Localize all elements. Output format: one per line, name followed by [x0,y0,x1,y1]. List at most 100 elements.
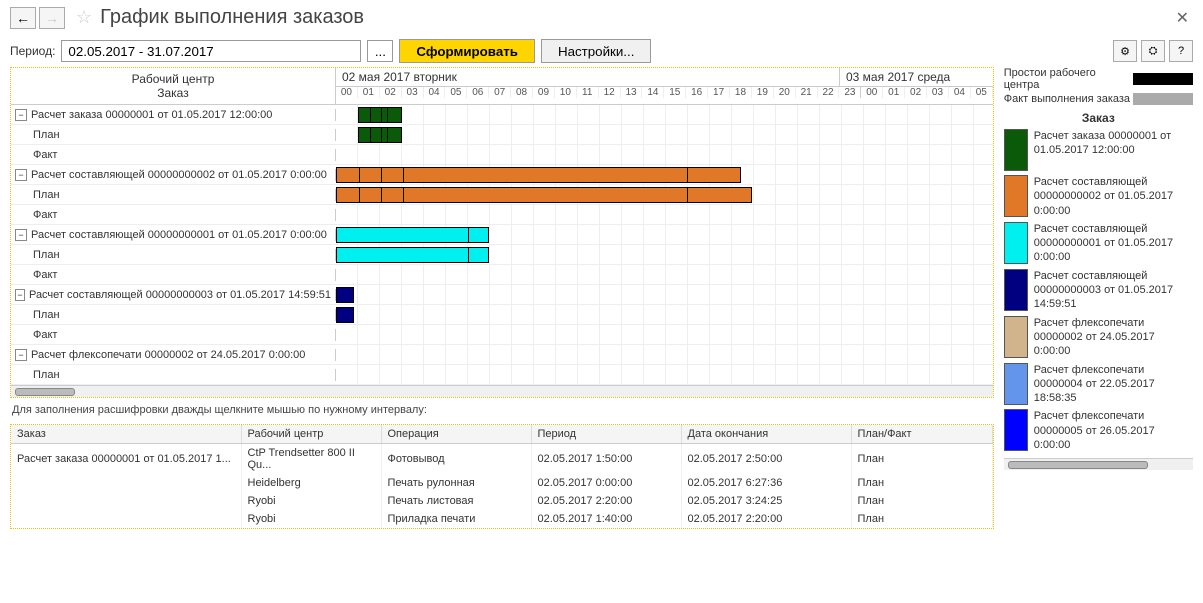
form-button[interactable]: Сформировать [399,39,535,63]
legend-item[interactable]: Расчет флексопечати 00000002 от 24.05.20… [1004,316,1193,359]
gantt-row-label: Факт [11,149,336,161]
period-picker-button[interactable]: ... [367,40,393,62]
gantt-bar[interactable] [336,227,489,243]
gantt-row-bars[interactable] [336,105,993,124]
gantt-bar[interactable] [358,127,402,143]
gantt-row-bars[interactable] [336,365,993,384]
gantt-row[interactable]: −Расчет составляющей 00000000003 от 01.0… [11,285,993,305]
gantt-row[interactable]: План [11,125,993,145]
detail-header[interactable]: Дата окончания [681,425,851,444]
legend-title: Заказ [1004,107,1193,129]
legend-hscrollbar[interactable] [1004,458,1193,470]
downtime-swatch [1133,73,1193,85]
gantt-row[interactable]: План [11,365,993,385]
tree-toggle[interactable]: − [15,169,27,181]
gantt-row-label: План [11,189,336,201]
gantt-row-bars[interactable] [336,145,993,164]
table-row[interactable]: Расчет заказа 00000001 от 01.05.2017 1..… [11,444,992,475]
gantt-row-bars[interactable] [336,285,993,304]
hour-cell: 13 [621,87,643,98]
detail-header[interactable]: Рабочий центр [241,425,381,444]
legend-item[interactable]: Расчет флексопечати 00000004 от 22.05.20… [1004,363,1193,406]
gantt-row-bars[interactable] [336,305,993,324]
gantt-row-label: План [11,369,336,381]
close-icon[interactable]: ✕ [1176,8,1189,28]
hour-cell: 02 [905,87,927,98]
hour-cell: 11 [577,87,599,98]
legend-text: Расчет флексопечати 00000002 от 24.05.20… [1034,316,1193,359]
detail-header[interactable]: Период [531,425,681,444]
table-row[interactable]: RyobiПриладка печати02.05.2017 1:40:0002… [11,510,992,528]
legend-item[interactable]: Расчет составляющей 00000000002 от 01.05… [1004,175,1193,218]
gantt-row-label: План [11,309,336,321]
gantt-row-bars[interactable] [336,245,993,264]
table-row[interactable]: RyobiПечать листовая02.05.2017 2:20:0002… [11,492,992,510]
gantt-row[interactable]: −Расчет составляющей 00000000001 от 01.0… [11,225,993,245]
gantt-row[interactable]: −Расчет флексопечати 00000002 от 24.05.2… [11,345,993,365]
gantt-row-bars[interactable] [336,325,993,344]
legend-swatch [1004,409,1028,451]
gantt-bar[interactable] [358,107,402,123]
tree-toggle[interactable]: − [15,349,27,361]
legend-item[interactable]: Расчет составляющей 00000000001 от 01.05… [1004,222,1193,265]
tree-toggle[interactable]: − [15,109,27,121]
period-input[interactable] [61,40,361,62]
legend-item[interactable]: Расчет заказа 00000001 от 01.05.2017 12:… [1004,129,1193,171]
table-cell: 02.05.2017 2:20:00 [531,492,681,510]
gantt-bar[interactable] [336,287,354,303]
gantt-row-label: Факт [11,209,336,221]
hour-cell: 12 [599,87,621,98]
table-cell: План [851,492,992,510]
gantt-row[interactable]: −Расчет составляющей 00000000002 от 01.0… [11,165,993,185]
table-cell: Ryobi [241,510,381,528]
detail-table[interactable]: ЗаказРабочий центрОперацияПериодДата око… [11,425,993,528]
gantt-row[interactable]: Факт [11,265,993,285]
forward-button[interactable]: → [39,7,65,29]
gantt-row-bars[interactable] [336,185,993,204]
gantt-hscrollbar[interactable] [11,385,993,397]
gantt-row-bars[interactable] [336,125,993,144]
detail-header[interactable]: Заказ [11,425,241,444]
gears-icon-button[interactable]: ⛭ [1141,40,1165,62]
gantt-row[interactable]: Факт [11,145,993,165]
hour-cell: 06 [467,87,489,98]
gantt-bar[interactable] [336,307,354,323]
gantt-row[interactable]: Факт [11,325,993,345]
gantt-row-bars[interactable] [336,205,993,224]
hour-cell: 21 [796,87,818,98]
table-row[interactable]: HeidelbergПечать рулонная02.05.2017 0:00… [11,474,992,492]
gantt-chart: Рабочий центр Заказ 02 мая 2017 вторник … [10,67,994,398]
legend-item[interactable]: Расчет флексопечати 00000005 от 26.05.20… [1004,409,1193,452]
back-button[interactable]: ← [10,7,36,29]
hour-cell: 01 [358,87,380,98]
table-cell: 02.05.2017 6:27:36 [681,474,851,492]
gantt-row-label: −Расчет составляющей 00000000002 от 01.0… [11,169,336,181]
config-icon-button[interactable]: ⚙ [1113,40,1137,62]
gantt-row-bars[interactable] [336,345,993,364]
legend-item[interactable]: Расчет составляющей 00000000003 от 01.05… [1004,269,1193,312]
settings-button[interactable]: Настройки... [541,39,651,63]
gantt-bar[interactable] [336,167,741,183]
tree-toggle[interactable]: − [15,289,25,301]
gantt-row-bars[interactable] [336,225,993,244]
help-button[interactable]: ? [1169,40,1193,62]
favorite-star-icon[interactable]: ☆ [76,7,92,28]
gantt-row-bars[interactable] [336,265,993,284]
table-cell: 02.05.2017 0:00:00 [531,474,681,492]
tree-toggle[interactable]: − [15,229,27,241]
gantt-row[interactable]: План [11,305,993,325]
detail-header[interactable]: План/Факт [851,425,992,444]
hour-cell: 04 [424,87,446,98]
hour-cell: 14 [642,87,664,98]
gantt-row[interactable]: Факт [11,205,993,225]
detail-header[interactable]: Операция [381,425,531,444]
hour-cell: 04 [949,87,971,98]
gantt-row[interactable]: −Расчет заказа 00000001 от 01.05.2017 12… [11,105,993,125]
gantt-bar[interactable] [336,187,752,203]
gantt-row[interactable]: План [11,245,993,265]
gantt-row[interactable]: План [11,185,993,205]
date-header-1: 02 мая 2017 вторник [336,68,840,86]
table-cell: 02.05.2017 2:50:00 [681,444,851,475]
gantt-row-bars[interactable] [336,165,993,184]
gantt-bar[interactable] [336,247,489,263]
